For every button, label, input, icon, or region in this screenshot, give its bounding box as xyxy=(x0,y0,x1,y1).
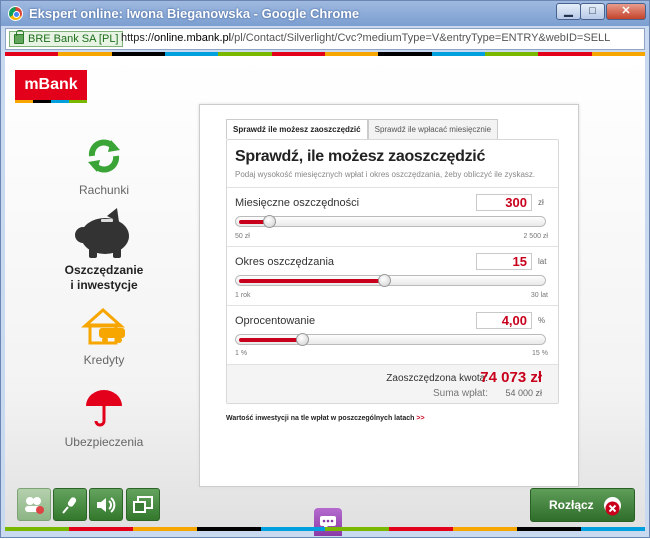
microphone-button[interactable] xyxy=(53,488,87,521)
url-path: /pl/Contact/Silverlight/Cvc?mediumType=V… xyxy=(231,32,611,44)
saved-amount-value: 74 073 zł xyxy=(480,369,542,386)
url-text[interactable]: https://online.mbank.pl/pl/Contact/Silve… xyxy=(121,32,610,44)
minimize-button[interactable]: ▁ xyxy=(556,3,581,20)
speaker-button[interactable] xyxy=(89,488,123,521)
savings-calculator: Sprawdź, ile możesz zaoszczędzić Podaj w… xyxy=(226,139,559,404)
screen-share-icon xyxy=(133,495,153,513)
participants-button[interactable] xyxy=(17,488,51,521)
paid-sum-value: 54 000 zł xyxy=(505,388,542,398)
period-max: 30 lat xyxy=(530,292,548,299)
logo-stripe xyxy=(15,100,87,103)
close-circle-icon xyxy=(604,497,621,516)
calculator-panel: Sprawdź ile możesz zaoszczędzić Sprawdź … xyxy=(199,104,579,487)
recycle-arrows-icon xyxy=(88,139,120,173)
saved-amount-label: Zaoszczędzona kwota: xyxy=(386,373,488,384)
speaker-icon xyxy=(97,496,116,513)
calculator-subtitle: Podaj wysokość miesięcznych wpłat i okre… xyxy=(235,170,536,179)
lock-icon xyxy=(14,30,24,44)
interest-slider[interactable] xyxy=(235,333,546,346)
chat-button[interactable] xyxy=(314,508,342,536)
tab-monthly[interactable]: Sprawdź ile wpłacać miesięcznie xyxy=(367,119,499,139)
monthly-savings-slider[interactable] xyxy=(235,215,546,228)
slider-handle[interactable] xyxy=(263,215,276,228)
slider-fill xyxy=(239,279,385,283)
app-content: mBank Rachunki Oszczędzanie i inwestycje xyxy=(5,56,645,536)
umbrella-icon xyxy=(86,390,122,427)
security-badge[interactable]: BRE Bank SA [PL] xyxy=(9,30,123,47)
window-title: Ekspert online: Iwona Bieganowska - Goog… xyxy=(29,6,360,21)
mbank-logo: mBank xyxy=(15,70,87,100)
monthly-savings-label: Miesięczne oszczędności xyxy=(235,197,360,209)
interest-input[interactable]: 4,00 xyxy=(476,312,532,329)
interest-label: Oprocentowanie xyxy=(235,315,316,327)
users-muted-icon xyxy=(25,496,44,514)
disconnect-button[interactable]: Rozłącz xyxy=(530,488,635,522)
nav-label-rachunki: Rachunki xyxy=(78,183,130,197)
nav-rachunki[interactable]: Rachunki xyxy=(49,136,159,197)
microphone-icon xyxy=(62,496,77,514)
slider-handle[interactable] xyxy=(378,274,391,287)
nav-ubezpieczenia[interactable]: Ubezpieczenia xyxy=(49,388,159,449)
monthly-savings-unit: zł xyxy=(538,198,544,207)
title-bar: Ekspert online: Iwona Bieganowska - Goog… xyxy=(1,1,649,26)
period-min: 1 rok xyxy=(235,292,251,299)
piggy-bank-icon xyxy=(75,208,129,258)
period-slider[interactable] xyxy=(235,274,546,287)
nav-label-kredyty: Kredyty xyxy=(83,353,125,367)
link-text: Wartość inwestycji na tle wpłat w poszcz… xyxy=(226,415,415,422)
calculator-title: Sprawdź, ile możesz zaoszczędzić xyxy=(235,148,486,165)
slider-handle[interactable] xyxy=(296,333,309,346)
nav-label-oszczedzanie: Oszczędzanie xyxy=(64,263,144,277)
chat-bubble-icon xyxy=(320,516,336,530)
divider xyxy=(227,187,558,188)
monthly-savings-input[interactable]: 300 xyxy=(476,194,532,211)
nav-oszczedzanie[interactable]: Oszczędzanie i inwestycje xyxy=(49,208,159,292)
divider xyxy=(227,246,558,247)
link-arrow: >> xyxy=(416,415,425,422)
certificate-owner: BRE Bank SA [PL] xyxy=(28,33,119,45)
period-label: Okres oszczędzania xyxy=(235,256,335,268)
period-unit: lat xyxy=(538,257,547,266)
nav-kredyty[interactable]: Kredyty xyxy=(49,307,159,367)
result-box: Zaoszczędzona kwota: 74 073 zł Suma wpła… xyxy=(227,364,558,403)
address-bar[interactable]: BRE Bank SA [PL] https://online.mbank.pl… xyxy=(5,28,645,50)
slider-fill xyxy=(239,338,303,342)
interest-unit: % xyxy=(538,316,546,325)
tab-savings[interactable]: Sprawdź ile możesz zaoszczędzić xyxy=(226,119,368,139)
chrome-icon xyxy=(8,6,23,21)
house-car-icon xyxy=(81,307,125,345)
divider xyxy=(227,305,558,306)
monthly-savings-max: 2 500 zł xyxy=(523,233,548,240)
monthly-savings-min: 50 zł xyxy=(235,233,250,240)
calculator-tabs: Sprawdź ile możesz zaoszczędzić Sprawdź … xyxy=(226,119,499,139)
url-host: online.mbank.pl xyxy=(154,32,232,44)
paid-sum-label: Suma wpłat: xyxy=(432,388,488,399)
maximize-button[interactable]: □ xyxy=(580,3,605,20)
close-button[interactable]: ✕ xyxy=(606,3,646,20)
disconnect-label: Rozłącz xyxy=(549,498,594,512)
interest-max: 15 % xyxy=(532,350,548,357)
nav-label-ubezpieczenia: Ubezpieczenia xyxy=(64,435,144,449)
period-input[interactable]: 15 xyxy=(476,253,532,270)
browser-window: Ekspert online: Iwona Bieganowska - Goog… xyxy=(0,0,650,538)
investment-chart-link[interactable]: Wartość inwestycji na tle wpłat w poszcz… xyxy=(226,415,425,422)
brand-stripe-bottom xyxy=(5,527,645,531)
interest-min: 1 % xyxy=(235,350,248,357)
screen-share-button[interactable] xyxy=(126,488,160,521)
url-scheme: https:// xyxy=(121,32,155,44)
nav-label-inwestycje: i inwestycje xyxy=(70,278,138,292)
